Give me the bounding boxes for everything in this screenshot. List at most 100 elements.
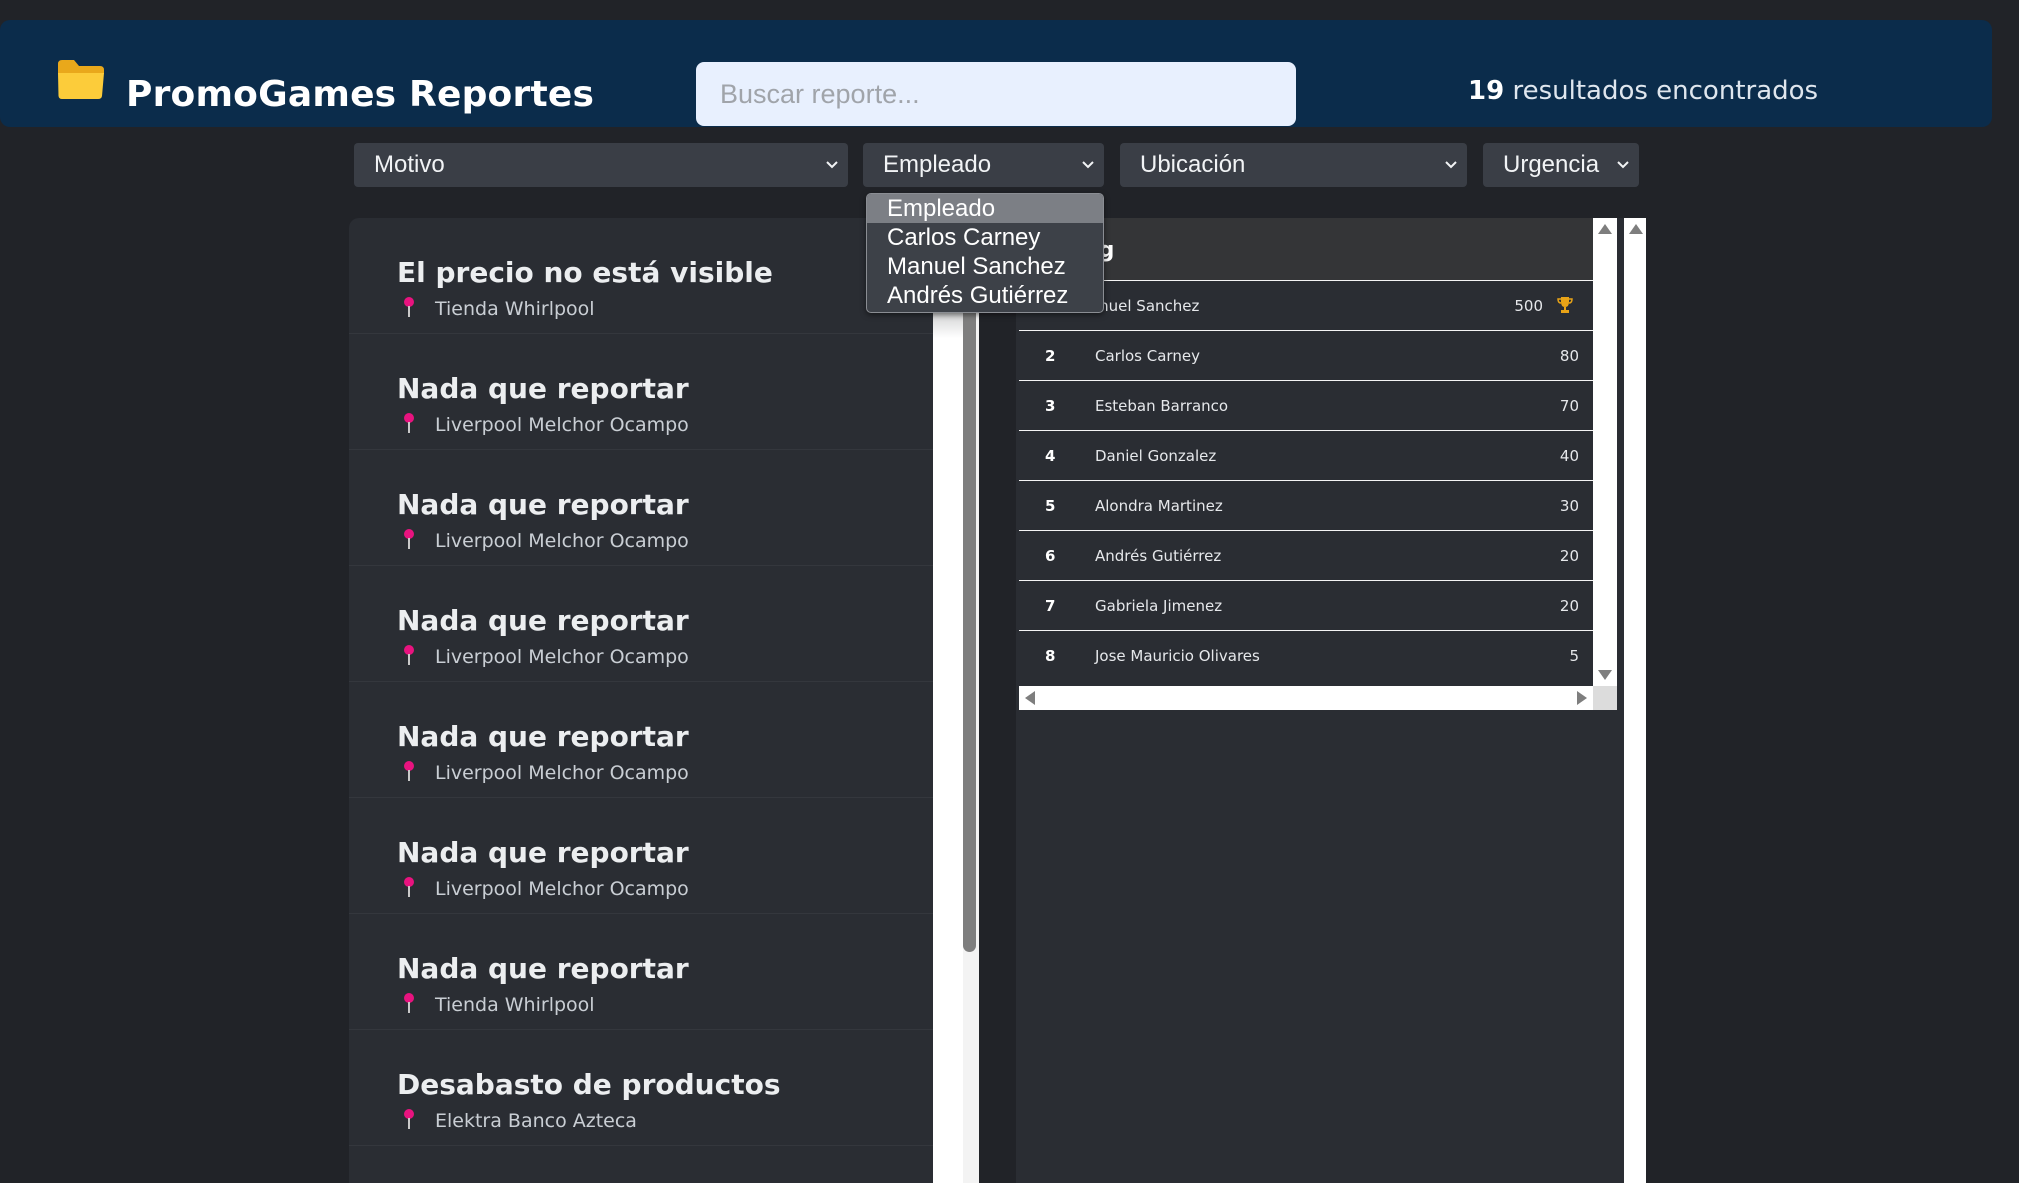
- chevron-down-icon: [826, 161, 838, 169]
- pushpin-icon: [404, 645, 414, 665]
- rank-points: 500: [1514, 297, 1543, 315]
- report-item[interactable]: Nada que reportar Liverpool Melchor Ocam…: [349, 450, 933, 566]
- report-title: Nada que reportar: [397, 372, 689, 405]
- rank-position: 5: [1045, 497, 1056, 515]
- reports-list: El precio no está visible Tienda Whirlpo…: [349, 218, 933, 1183]
- urgencia-select-value: Urgencia: [1503, 151, 1600, 178]
- ubicacion-select[interactable]: Ubicación: [1120, 143, 1467, 187]
- results-number: 19: [1468, 76, 1505, 106]
- report-location: Tienda Whirlpool: [435, 994, 595, 1016]
- chevron-down-icon: [1445, 161, 1457, 169]
- rank-points: 30: [1559, 497, 1579, 515]
- pushpin-icon: [404, 761, 414, 781]
- rank-name: Andrés Gutiérrez: [1095, 547, 1222, 565]
- rank-points: 40: [1559, 447, 1579, 465]
- report-location: Liverpool Melchor Ocampo: [435, 878, 689, 900]
- ranking-row: 3 Esteban Barranco 70: [1019, 380, 1593, 430]
- search-input[interactable]: [696, 62, 1296, 126]
- report-item[interactable]: El precio no está visible Tienda Whirlpo…: [349, 218, 933, 334]
- dropdown-option-andres-gutierrez[interactable]: Andrés Gutiérrez: [867, 281, 1103, 310]
- app-title: PromoGames Reportes: [126, 74, 595, 115]
- motivo-select[interactable]: Motivo: [354, 143, 848, 187]
- scroll-right-arrow-icon[interactable]: [1577, 691, 1587, 705]
- empleado-select[interactable]: Empleado: [863, 143, 1104, 187]
- pushpin-icon: [404, 413, 414, 433]
- ranking-horizontal-scrollbar[interactable]: [1019, 686, 1593, 710]
- report-title: Desabasto de productos: [397, 1068, 781, 1101]
- rank-name: Daniel Gonzalez: [1095, 447, 1217, 465]
- pushpin-icon: [404, 297, 414, 317]
- rank-position: 7: [1045, 597, 1056, 615]
- ubicacion-select-value: Ubicación: [1140, 151, 1246, 178]
- rank-position: 6: [1045, 547, 1056, 565]
- report-location: Liverpool Melchor Ocampo: [435, 530, 689, 552]
- pushpin-icon: [404, 877, 414, 897]
- rank-position: 3: [1045, 397, 1056, 415]
- rank-name: Gabriela Jimenez: [1095, 597, 1223, 615]
- ranking-vertical-scrollbar[interactable]: [1593, 218, 1617, 686]
- ranking-row: Manuel Sanchez 500: [1019, 280, 1593, 330]
- report-item[interactable]: Nada que reportar Liverpool Melchor Ocam…: [349, 566, 933, 682]
- rank-position: 2: [1045, 347, 1056, 365]
- report-title: Nada que reportar: [397, 720, 689, 753]
- report-item[interactable]: Nada que reportar Liverpool Melchor Ocam…: [349, 798, 933, 914]
- pushpin-icon: [404, 529, 414, 549]
- rank-points: 70: [1559, 397, 1579, 415]
- rank-name: Carlos Carney: [1095, 347, 1200, 365]
- rank-points: 80: [1559, 347, 1579, 365]
- report-title: El precio no está visible: [397, 256, 773, 289]
- scrollbar-corner: [1593, 686, 1617, 710]
- results-label: resultados encontrados: [1512, 76, 1819, 106]
- report-location: Elektra Banco Azteca: [435, 1110, 637, 1132]
- ranking-area-scrollbar[interactable]: [1624, 218, 1646, 1183]
- report-item[interactable]: Nada que reportar Tienda Whirlpool: [349, 914, 933, 1030]
- report-location: Liverpool Melchor Ocampo: [435, 414, 689, 436]
- trophy-icon: [1557, 297, 1573, 313]
- report-item[interactable]: Nada que reportar Liverpool Melchor Ocam…: [349, 334, 933, 450]
- rank-name: Jose Mauricio Olivares: [1095, 647, 1260, 665]
- report-title: Nada que reportar: [397, 604, 689, 637]
- empleado-select-value: Empleado: [883, 151, 992, 178]
- pushpin-icon: [404, 993, 414, 1013]
- dropdown-option-manuel-sanchez[interactable]: Manuel Sanchez: [867, 252, 1103, 281]
- report-title: Nada que reportar: [397, 488, 689, 521]
- rank-position: 8: [1045, 647, 1056, 665]
- ranking-row: 2 Carlos Carney 80: [1019, 330, 1593, 380]
- report-location: Liverpool Melchor Ocampo: [435, 762, 689, 784]
- folder-icon: [58, 60, 104, 99]
- rank-points: 5: [1569, 647, 1579, 665]
- reports-scrollbar[interactable]: [933, 218, 979, 1183]
- chevron-down-icon: [1617, 161, 1629, 169]
- ranking-header: ng: [1019, 218, 1593, 280]
- report-title: Nada que reportar: [397, 836, 689, 869]
- report-item[interactable]: Nada que reportar Liverpool Melchor Ocam…: [349, 682, 933, 798]
- scroll-left-arrow-icon[interactable]: [1025, 691, 1035, 705]
- app-header: PromoGames Reportes 19 resultados encont…: [0, 20, 1992, 127]
- scrollbar-thumb[interactable]: [963, 246, 976, 952]
- dropdown-option-carlos-carney[interactable]: Carlos Carney: [867, 223, 1103, 252]
- results-count: 19 resultados encontrados: [1468, 76, 1818, 106]
- report-location: Tienda Whirlpool: [435, 298, 595, 320]
- report-title: Nada que reportar: [397, 952, 689, 985]
- report-location: Liverpool Melchor Ocampo: [435, 646, 689, 668]
- ranking-row: 5 Alondra Martinez 30: [1019, 480, 1593, 530]
- scroll-up-arrow-icon[interactable]: [1598, 224, 1612, 234]
- dropdown-option-empleado[interactable]: Empleado: [867, 194, 1103, 223]
- empleado-dropdown-list: Empleado Carlos Carney Manuel Sanchez An…: [866, 193, 1104, 313]
- chevron-down-icon: [1082, 161, 1094, 169]
- rank-points: 20: [1559, 547, 1579, 565]
- ranking-row: 4 Daniel Gonzalez 40: [1019, 430, 1593, 480]
- rank-name: Esteban Barranco: [1095, 397, 1229, 415]
- rank-position: 4: [1045, 447, 1056, 465]
- urgencia-select[interactable]: Urgencia: [1483, 143, 1639, 187]
- motivo-select-value: Motivo: [374, 151, 445, 178]
- ranking-viewport: ng Manuel Sanchez 500 2 Carlos Carney 80…: [1019, 218, 1593, 686]
- scroll-down-arrow-icon[interactable]: [1598, 670, 1612, 680]
- ranking-table: ng Manuel Sanchez 500 2 Carlos Carney 80…: [1019, 218, 1617, 710]
- rank-points: 20: [1559, 597, 1579, 615]
- rank-name: Alondra Martinez: [1095, 497, 1223, 515]
- scroll-up-arrow-icon[interactable]: [1629, 224, 1643, 234]
- ranking-row: 7 Gabriela Jimenez 20: [1019, 580, 1593, 630]
- report-item[interactable]: Desabasto de productos Elektra Banco Azt…: [349, 1030, 933, 1146]
- ranking-row: 8 Jose Mauricio Olivares 5: [1019, 630, 1593, 686]
